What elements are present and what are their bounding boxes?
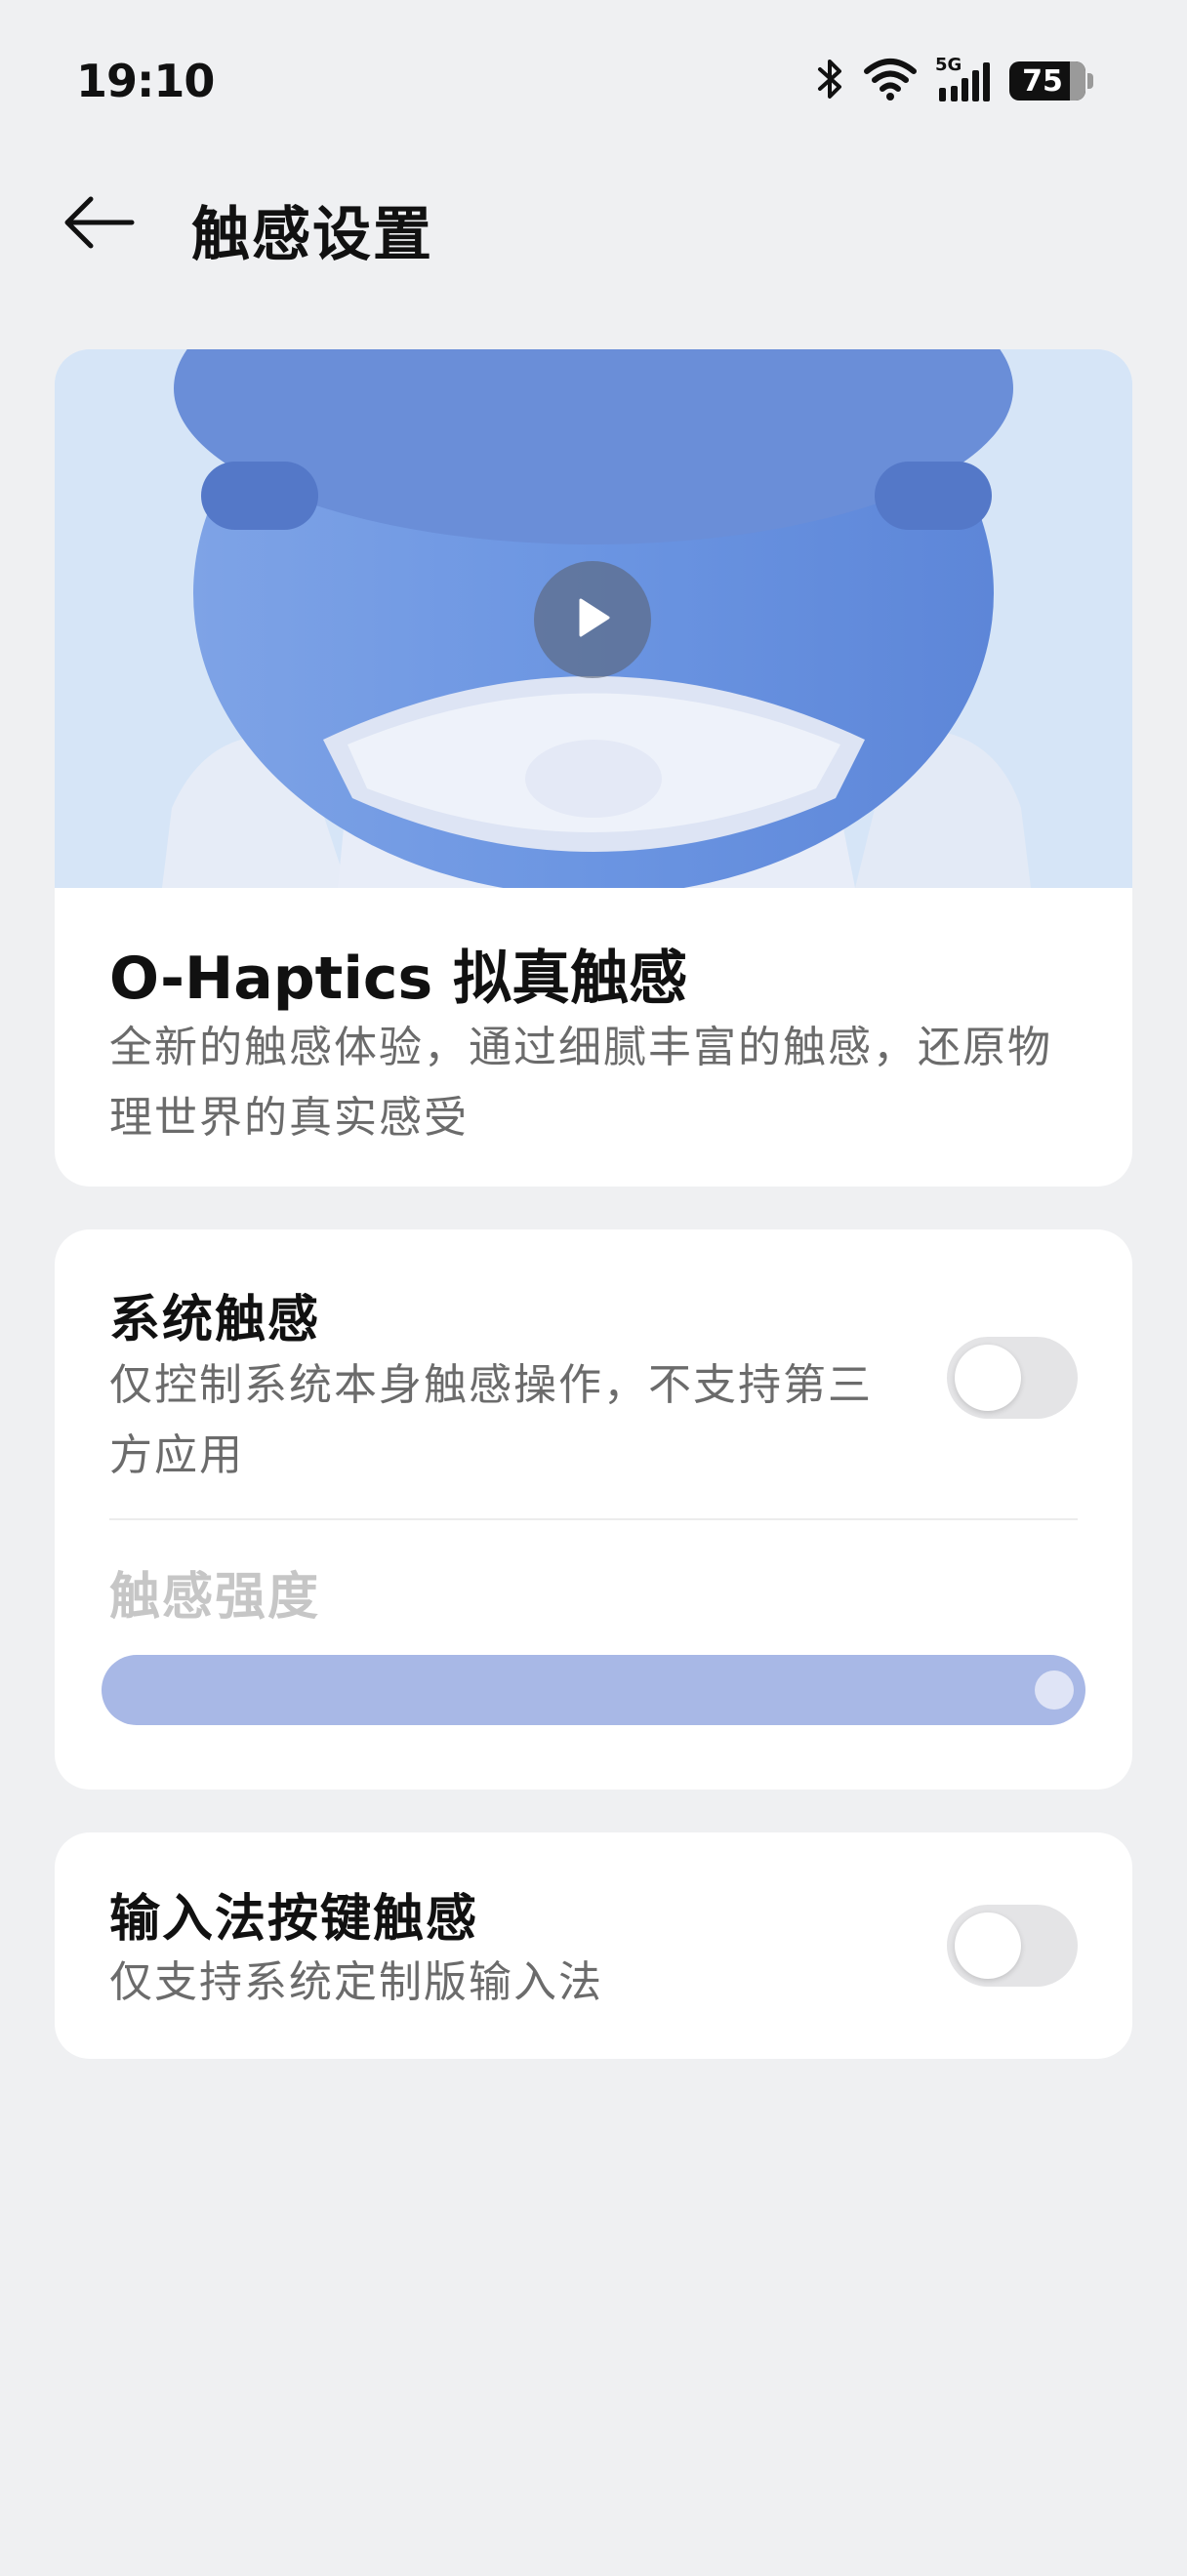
system-haptics-description: 仅控制系统本身触感操作，不支持第三方应用 <box>109 1360 873 1480</box>
battery-icon: 75 <box>1009 61 1093 101</box>
system-haptics-card: 系统触感 仅控制系统本身触感操作，不支持第三方应用 触感强度 <box>55 1229 1132 1790</box>
intensity-label: 触感强度 <box>109 1568 321 1627</box>
app-header: 触感设置 <box>0 166 1187 283</box>
hero-title: O-Haptics 拟真触感 <box>109 945 688 1013</box>
play-icon <box>573 596 612 643</box>
hero-description: 全新的触感体验，通过细腻丰富的触感，还原物理世界的真实感受 <box>109 1023 1052 1143</box>
toggle-knob <box>955 1912 1021 1979</box>
intensity-slider[interactable] <box>102 1655 1085 1725</box>
status-bar: 19:10 5G 75 <box>0 0 1187 146</box>
system-haptics-toggle[interactable] <box>947 1337 1078 1419</box>
play-button[interactable] <box>534 561 651 678</box>
cellular-signal-icon: 5G <box>935 55 992 103</box>
ime-haptics-title: 输入法按键触感 <box>109 1890 479 1949</box>
system-haptics-title: 系统触感 <box>109 1291 321 1349</box>
bluetooth-icon <box>816 58 845 104</box>
ime-haptics-description: 仅支持系统定制版输入法 <box>109 1957 603 2007</box>
hero-video[interactable] <box>55 349 1132 888</box>
slider-thumb[interactable] <box>1035 1670 1074 1710</box>
o-haptics-card: O-Haptics 拟真触感 全新的触感体验，通过细腻丰富的触感，还原物理世界的… <box>55 349 1132 1187</box>
page-title: 触感设置 <box>191 201 433 269</box>
divider <box>109 1518 1078 1520</box>
status-time: 19:10 <box>76 55 215 107</box>
arrow-left-icon <box>61 193 136 256</box>
ime-haptics-toggle[interactable] <box>947 1905 1078 1987</box>
back-button[interactable] <box>55 185 143 263</box>
ime-haptics-card: 输入法按键触感 仅支持系统定制版输入法 <box>55 1832 1132 2059</box>
toggle-knob <box>955 1345 1021 1411</box>
battery-level: 75 <box>1022 63 1063 99</box>
status-icons: 5G 75 <box>816 55 1093 105</box>
wifi-icon <box>863 58 918 104</box>
